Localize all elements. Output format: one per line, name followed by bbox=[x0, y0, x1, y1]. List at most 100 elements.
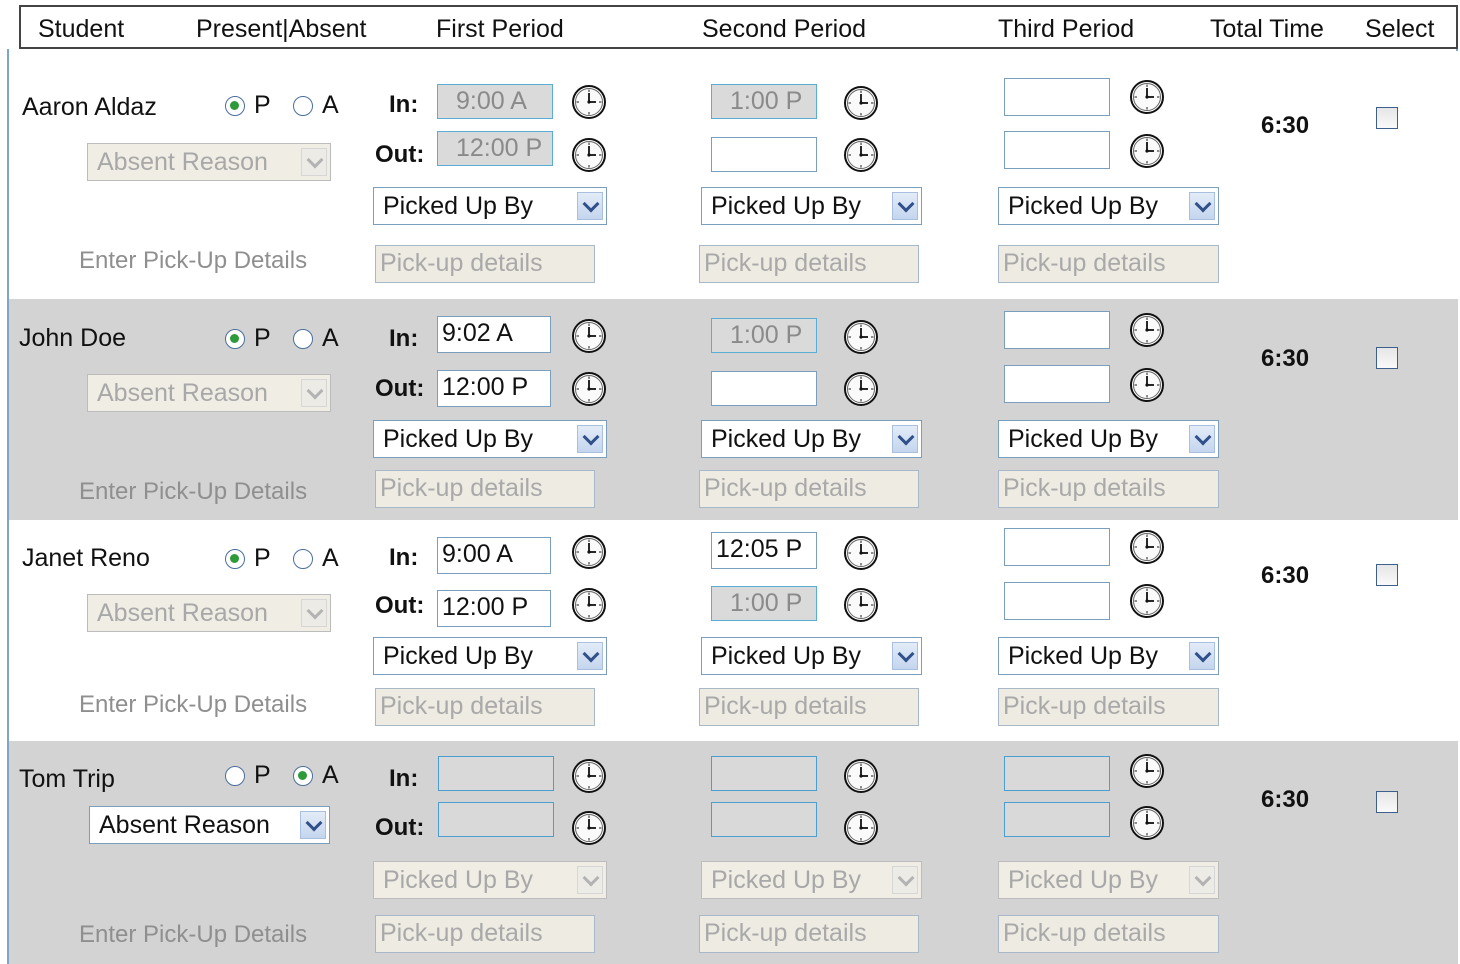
header-second-period: Second Period bbox=[702, 15, 867, 43]
clock-icon[interactable] bbox=[843, 758, 879, 794]
clock-icon[interactable] bbox=[843, 587, 879, 623]
chevron-down-icon bbox=[301, 379, 327, 407]
p1-in-input bbox=[438, 756, 554, 791]
clock-icon[interactable] bbox=[1129, 133, 1165, 169]
p2-pickup-details-input[interactable]: Pick-up details bbox=[699, 245, 919, 283]
p3-out-input bbox=[1004, 802, 1110, 837]
p3-in-input[interactable] bbox=[1004, 78, 1110, 116]
student-row: Janet Reno P A Absent Reason Enter Pick-… bbox=[9, 520, 1458, 741]
select-checkbox[interactable] bbox=[1376, 347, 1398, 369]
p2-out-input[interactable] bbox=[711, 137, 817, 172]
p1-picked-up-by-select[interactable]: Picked Up By bbox=[373, 637, 607, 675]
p2-picked-up-by-select[interactable]: Picked Up By bbox=[701, 420, 922, 458]
clock-icon[interactable] bbox=[571, 758, 607, 794]
p1-out-input[interactable]: 12:00 P bbox=[437, 590, 551, 627]
student-row: Tom Trip P A Absent Reason Enter Pick-Up… bbox=[9, 741, 1458, 964]
p2-in-input[interactable]: 12:05 P bbox=[711, 532, 817, 569]
p2-out-input: 1:00 P bbox=[711, 586, 817, 621]
p3-pickup-details-input[interactable]: Pick-up details bbox=[998, 915, 1219, 953]
clock-icon[interactable] bbox=[843, 85, 879, 121]
absent-radio[interactable] bbox=[293, 329, 313, 349]
p3-out-input[interactable] bbox=[1004, 131, 1110, 169]
p3-out-input[interactable] bbox=[1004, 582, 1110, 620]
clock-icon[interactable] bbox=[1129, 79, 1165, 115]
total-time-value: 6:30 bbox=[1261, 786, 1310, 813]
absent-reason-select[interactable]: Absent Reason bbox=[89, 806, 330, 844]
chevron-down-icon bbox=[1189, 642, 1215, 670]
select-checkbox[interactable] bbox=[1376, 791, 1398, 813]
absent-label: A bbox=[322, 324, 339, 352]
clock-icon[interactable] bbox=[571, 810, 607, 846]
p2-picked-up-by-select[interactable]: Picked Up By bbox=[701, 637, 922, 675]
p1-pickup-details-input[interactable]: Pick-up details bbox=[375, 245, 595, 283]
absent-label: A bbox=[322, 544, 339, 572]
clock-icon[interactable] bbox=[1129, 753, 1165, 789]
p3-picked-up-by-select[interactable]: Picked Up By bbox=[998, 187, 1219, 225]
header-total-time: Total Time bbox=[1210, 15, 1324, 43]
p1-in-input[interactable]: 9:02 A bbox=[437, 316, 551, 353]
out-label: Out: bbox=[375, 141, 425, 168]
p2-pickup-details-input[interactable]: Pick-up details bbox=[699, 688, 919, 726]
clock-icon[interactable] bbox=[1129, 805, 1165, 841]
present-radio[interactable] bbox=[225, 766, 245, 786]
clock-icon[interactable] bbox=[1129, 529, 1165, 565]
clock-icon[interactable] bbox=[843, 535, 879, 571]
p3-pickup-details-input[interactable]: Pick-up details bbox=[998, 245, 1219, 283]
present-radio[interactable] bbox=[225, 549, 245, 569]
clock-icon[interactable] bbox=[843, 810, 879, 846]
p3-out-input[interactable] bbox=[1004, 365, 1110, 403]
clock-icon[interactable] bbox=[843, 137, 879, 173]
absent-label: A bbox=[322, 761, 339, 789]
absent-radio[interactable] bbox=[293, 549, 313, 569]
p3-in-input[interactable] bbox=[1004, 528, 1110, 566]
p3-picked-up-by-select[interactable]: Picked Up By bbox=[998, 637, 1219, 675]
chevron-down-icon bbox=[892, 425, 918, 453]
out-label: Out: bbox=[375, 592, 425, 619]
p2-out-input[interactable] bbox=[711, 371, 817, 406]
p3-pickup-details-input[interactable]: Pick-up details bbox=[998, 470, 1219, 508]
in-label: In: bbox=[389, 325, 419, 352]
select-checkbox[interactable] bbox=[1376, 564, 1398, 586]
out-label: Out: bbox=[375, 375, 425, 402]
p2-picked-up-by-select[interactable]: Picked Up By bbox=[701, 187, 922, 225]
p1-pickup-details-input[interactable]: Pick-up details bbox=[375, 470, 595, 508]
select-checkbox[interactable] bbox=[1376, 107, 1398, 129]
clock-icon[interactable] bbox=[571, 318, 607, 354]
clock-icon[interactable] bbox=[571, 534, 607, 570]
absent-radio[interactable] bbox=[293, 766, 313, 786]
header-first-period: First Period bbox=[436, 15, 564, 43]
clock-icon[interactable] bbox=[1129, 583, 1165, 619]
absent-radio[interactable] bbox=[293, 96, 313, 116]
present-radio[interactable] bbox=[225, 96, 245, 116]
total-time-value: 6:30 bbox=[1261, 112, 1310, 139]
p2-in-input bbox=[711, 756, 817, 791]
clock-icon[interactable] bbox=[843, 319, 879, 355]
p3-in-input[interactable] bbox=[1004, 311, 1110, 349]
clock-icon[interactable] bbox=[571, 371, 607, 407]
header-student: Student bbox=[38, 15, 125, 43]
clock-icon[interactable] bbox=[1129, 312, 1165, 348]
p1-out-input[interactable]: 12:00 P bbox=[437, 370, 551, 407]
p2-pickup-details-input[interactable]: Pick-up details bbox=[699, 915, 919, 953]
clock-icon[interactable] bbox=[1129, 367, 1165, 403]
p3-picked-up-by-select[interactable]: Picked Up By bbox=[998, 420, 1219, 458]
p1-picked-up-by-select[interactable]: Picked Up By bbox=[373, 420, 607, 458]
present-radio[interactable] bbox=[225, 329, 245, 349]
present-label: P bbox=[254, 91, 271, 119]
p1-in-input[interactable]: 9:00 A bbox=[437, 537, 551, 574]
absent-reason-value: Absent Reason bbox=[99, 811, 270, 839]
p3-pickup-details-input[interactable]: Pick-up details bbox=[998, 688, 1219, 726]
p1-pickup-details-input[interactable]: Pick-up details bbox=[375, 688, 595, 726]
clock-icon[interactable] bbox=[571, 137, 607, 173]
clock-icon[interactable] bbox=[843, 371, 879, 407]
clock-icon[interactable] bbox=[571, 84, 607, 120]
p2-pickup-details-input[interactable]: Pick-up details bbox=[699, 470, 919, 508]
header-third-period: Third Period bbox=[998, 15, 1135, 43]
chevron-down-icon bbox=[577, 425, 603, 453]
p1-picked-up-by-select[interactable]: Picked Up By bbox=[373, 187, 607, 225]
clock-icon[interactable] bbox=[571, 587, 607, 623]
p1-pickup-details-input[interactable]: Pick-up details bbox=[375, 915, 595, 953]
student-name: Tom Trip bbox=[19, 765, 115, 793]
chevron-down-icon bbox=[1189, 866, 1215, 894]
enter-pickup-label: Enter Pick-Up Details bbox=[79, 691, 308, 718]
